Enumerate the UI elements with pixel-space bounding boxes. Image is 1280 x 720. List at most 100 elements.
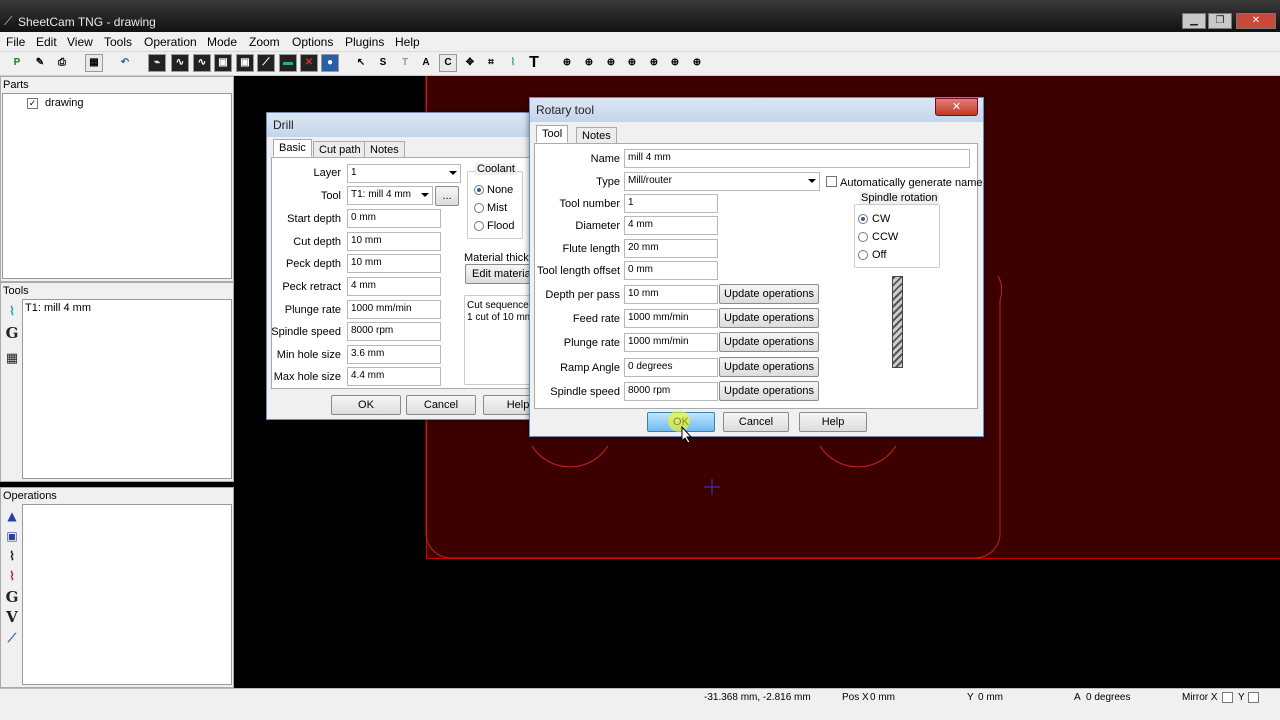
min-hole-input[interactable]: 3.6 mm: [347, 345, 441, 364]
pin-icon-1[interactable]: ⊕: [558, 54, 576, 72]
pin-icon-7[interactable]: ⊕: [688, 54, 706, 72]
part-checkbox[interactable]: ✓: [27, 98, 38, 109]
undo-icon[interactable]: ↶: [116, 54, 134, 72]
line-operation-icon[interactable]: ⟋: [4, 630, 20, 646]
maximize-button[interactable]: ❐: [1208, 13, 1232, 29]
update-feed-button[interactable]: Update operations: [719, 308, 819, 328]
layer-select[interactable]: 1: [347, 164, 461, 183]
drill-operation-icon[interactable]: ⌇: [4, 568, 20, 584]
rotary-help-button[interactable]: Help: [799, 412, 867, 432]
update-depth-button[interactable]: Update operations: [719, 284, 819, 304]
edit-icon[interactable]: ✎: [31, 54, 49, 72]
pin-icon-6[interactable]: ⊕: [666, 54, 684, 72]
tool-number-input[interactable]: 1: [624, 194, 718, 213]
tool-browse-button[interactable]: ...: [435, 186, 459, 206]
mirror-y-checkbox[interactable]: [1248, 692, 1259, 703]
pin-icon-3[interactable]: ⊕: [602, 54, 620, 72]
diameter-input[interactable]: 4 mm: [624, 216, 718, 235]
name-input[interactable]: mill 4 mm: [624, 149, 970, 168]
view-icon-5[interactable]: ▣: [236, 54, 254, 72]
select-c-icon[interactable]: C: [439, 54, 457, 72]
max-hole-input[interactable]: 4.4 mm: [347, 367, 441, 386]
drill-cancel-button[interactable]: Cancel: [406, 395, 476, 415]
menu-options[interactable]: Options: [292, 35, 333, 49]
menu-file[interactable]: File: [6, 35, 25, 49]
ramp-angle-input[interactable]: 0 degrees: [624, 358, 718, 377]
menu-view[interactable]: View: [67, 35, 93, 49]
rotary-spindle-speed-input[interactable]: 8000 rpm: [624, 382, 718, 401]
drill-ok-button[interactable]: OK: [331, 395, 401, 415]
autogen-checkbox[interactable]: [826, 176, 837, 187]
coolant-none-radio[interactable]: [474, 185, 484, 195]
menu-tools[interactable]: Tools: [104, 35, 132, 49]
pin-icon-4[interactable]: ⊕: [623, 54, 641, 72]
g-code-icon[interactable]: G: [4, 325, 20, 341]
print-icon[interactable]: ⎙: [53, 54, 71, 72]
tool-item[interactable]: T1: mill 4 mm: [25, 302, 91, 314]
select-icon[interactable]: ↖: [352, 54, 370, 72]
depth-per-pass-input[interactable]: 10 mm: [624, 285, 718, 304]
coolant-mist-radio[interactable]: [474, 203, 484, 213]
g-code-op-icon[interactable]: G: [4, 589, 20, 605]
menu-edit[interactable]: Edit: [36, 35, 57, 49]
spindle-off-radio[interactable]: [858, 250, 868, 260]
spindle-ccw-radio[interactable]: [858, 232, 868, 242]
tab-tool[interactable]: Tool: [536, 125, 569, 143]
rotary-plunge-rate-input[interactable]: 1000 mm/min: [624, 333, 718, 352]
type-select[interactable]: Mill/router: [624, 172, 820, 191]
update-ramp-button[interactable]: Update operations: [719, 357, 819, 377]
cut-depth-input[interactable]: 10 mm: [347, 232, 441, 251]
part-item[interactable]: drawing: [45, 97, 84, 109]
menu-zoom[interactable]: Zoom: [249, 35, 280, 49]
view-icon-4[interactable]: ▣: [214, 54, 232, 72]
plunge-rate-input[interactable]: 1000 mm/min: [347, 300, 441, 319]
close-button[interactable]: ✕: [1236, 13, 1276, 29]
flute-length-input[interactable]: 20 mm: [624, 239, 718, 258]
table-icon[interactable]: ▦: [85, 54, 103, 72]
view-icon-2[interactable]: ∿: [171, 54, 189, 72]
coolant-flood-radio[interactable]: [474, 221, 484, 231]
tool-length-offset-input[interactable]: 0 mm: [624, 261, 718, 280]
menu-mode[interactable]: Mode: [207, 35, 237, 49]
edit-material-button[interactable]: Edit material: [465, 264, 535, 284]
tool-table-icon[interactable]: ▦: [4, 351, 20, 367]
select-t-icon[interactable]: T: [396, 54, 414, 72]
update-plunge-button[interactable]: Update operations: [719, 332, 819, 352]
text-icon[interactable]: T: [525, 54, 543, 72]
view-icon-7[interactable]: ▬: [279, 54, 297, 72]
crop-icon[interactable]: ⌗: [482, 54, 500, 72]
view-icon-1[interactable]: ⌁: [148, 54, 166, 72]
rotary-close-button[interactable]: ✕: [935, 98, 978, 116]
view-icon-8[interactable]: ✕: [300, 54, 318, 72]
feed-rate-input[interactable]: 1000 mm/min: [624, 309, 718, 328]
tool-mill-icon[interactable]: ⌇: [4, 303, 20, 319]
spindle-cw-radio[interactable]: [858, 214, 868, 224]
pin-icon-5[interactable]: ⊕: [645, 54, 663, 72]
start-depth-input[interactable]: 0 mm: [347, 209, 441, 228]
update-spindle-button[interactable]: Update operations: [719, 381, 819, 401]
new-part-icon[interactable]: P: [8, 54, 26, 72]
menu-help[interactable]: Help: [395, 35, 420, 49]
rotary-cancel-button[interactable]: Cancel: [723, 412, 789, 432]
minimize-button[interactable]: ▁: [1182, 13, 1206, 29]
select-s-icon[interactable]: S: [374, 54, 392, 72]
operation-icon-1[interactable]: ▲: [4, 508, 20, 524]
tab-basic[interactable]: Basic: [273, 139, 312, 157]
pin-icon-2[interactable]: ⊕: [580, 54, 598, 72]
peck-retract-input[interactable]: 4 mm: [347, 277, 441, 296]
operation-icon-2[interactable]: ▣: [4, 528, 20, 544]
spindle-speed-input[interactable]: 8000 rpm: [347, 322, 441, 341]
move-icon[interactable]: ✥: [461, 54, 479, 72]
tool-select[interactable]: T1: mill 4 mm: [347, 186, 433, 205]
view-icon-6[interactable]: ⟋: [257, 54, 275, 72]
peck-depth-input[interactable]: 10 mm: [347, 254, 441, 273]
tool-icon[interactable]: ⌇: [504, 54, 522, 72]
v-carve-icon[interactable]: V: [4, 609, 20, 625]
mirror-x-checkbox[interactable]: [1222, 692, 1233, 703]
menu-operation[interactable]: Operation: [144, 35, 197, 49]
menu-plugins[interactable]: Plugins: [345, 35, 384, 49]
view-icon-9[interactable]: ●: [321, 54, 339, 72]
operation-icon-3[interactable]: ⌇: [4, 548, 20, 564]
select-a-icon[interactable]: A: [417, 54, 435, 72]
view-icon-3[interactable]: ∿: [193, 54, 211, 72]
